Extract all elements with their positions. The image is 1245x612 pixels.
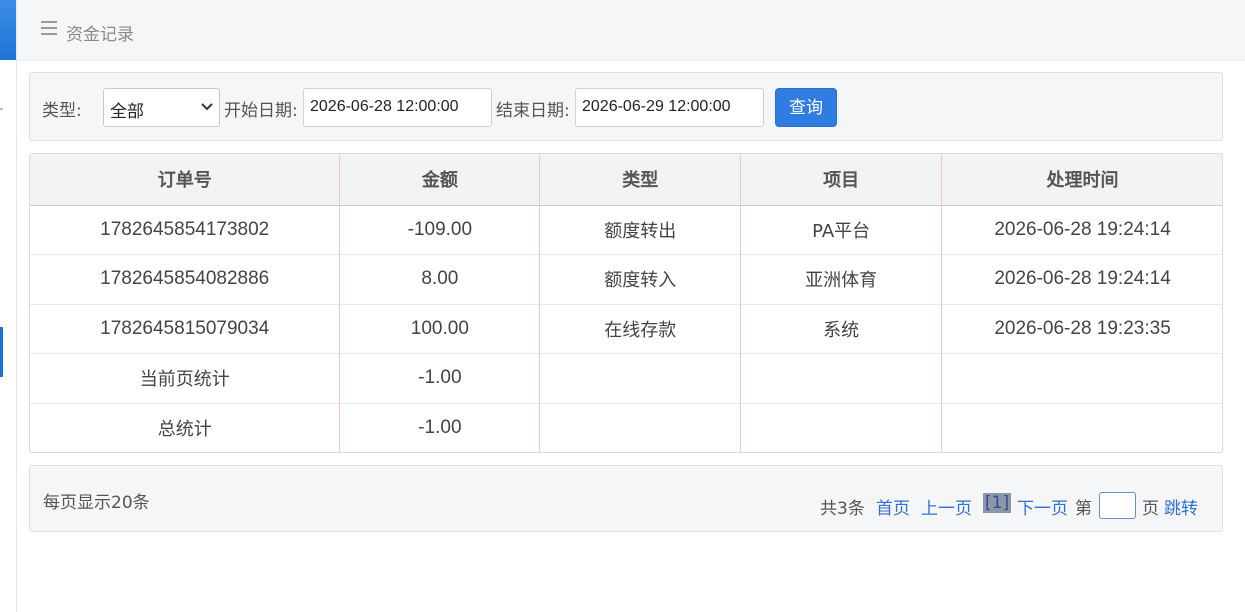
left-sidebar [0, 0, 17, 612]
cell-total-label: 总统计 [30, 402, 341, 452]
sidebar-active-marker [0, 327, 3, 377]
cell-item: 系统 [740, 303, 943, 354]
cell-summary-label: 当前页统计 [30, 353, 341, 403]
cell-item: 亚洲体育 [740, 254, 943, 304]
col-header-type: 类型 [539, 154, 742, 206]
page-prefix: 第 [1075, 499, 1092, 519]
page-summary-row: 当前页统计 -1.00 [30, 353, 1222, 403]
first-page-link[interactable]: 首页 [876, 494, 910, 519]
cell-amount: -109.00 [339, 204, 541, 255]
start-date-label: 开始日期: [224, 101, 298, 121]
page-header: 资金记录 [17, 0, 1245, 61]
table-row: 1782645815079034 100.00 在线存款 系统 2026-06-… [30, 303, 1222, 354]
chevron-down-icon [201, 103, 213, 111]
cell-amount: 8.00 [339, 254, 541, 304]
page-title: 资金记录 [66, 25, 134, 45]
current-page[interactable]: [1] [983, 493, 1012, 513]
cell-empty [539, 402, 742, 452]
table-row: 1782645854082886 8.00 额度转入 亚洲体育 2026-06-… [30, 254, 1222, 304]
type-select-value: 全部 [110, 102, 144, 122]
start-date-input[interactable]: 2026-06-28 12:00:00 [303, 88, 492, 127]
query-button[interactable]: 查询 [775, 88, 837, 127]
cell-empty [941, 402, 1222, 452]
next-page-link[interactable]: 下一页 [1017, 494, 1068, 519]
total-summary-row: 总统计 -1.00 [30, 402, 1222, 452]
cell-summary-amount: -1.00 [339, 353, 541, 403]
col-header-time: 处理时间 [941, 154, 1222, 206]
cell-time: 2026-06-28 19:24:14 [941, 254, 1222, 304]
cell-empty [539, 353, 742, 403]
table-row: 1782645854173802 -109.00 额度转出 PA平台 2026-… [30, 204, 1222, 255]
cell-order-no: 1782645815079034 [30, 303, 341, 354]
main-content: 资金记录 类型: 全部 开始日期: 2026-06-28 12:00:00 结束… [17, 0, 1245, 612]
prev-page-link[interactable]: 上一页 [921, 494, 972, 519]
cell-time: 2026-06-28 19:23:35 [941, 303, 1222, 354]
jump-link[interactable]: 跳转 [1164, 494, 1198, 519]
filter-bar: 类型: 全部 开始日期: 2026-06-28 12:00:00 结束日期: 2… [29, 72, 1223, 141]
per-page-text: 每页显示20条 [43, 493, 150, 513]
sidebar-top-accent [0, 0, 16, 60]
type-label: 类型: [42, 101, 82, 121]
page-jump-input[interactable] [1099, 492, 1136, 519]
menu-icon[interactable] [41, 21, 57, 35]
cell-time: 2026-06-28 19:24:14 [941, 204, 1222, 255]
pagination-bar: 每页显示20条 共3条 首页 上一页 [1] 下一页 第 页 跳转 [29, 465, 1223, 532]
col-header-order-no: 订单号 [30, 154, 341, 206]
table-header-row: 订单号 金额 类型 项目 处理时间 [30, 154, 1222, 206]
cell-order-no: 1782645854173802 [30, 204, 341, 255]
cell-type: 额度转入 [539, 254, 742, 304]
col-header-item: 项目 [740, 154, 943, 206]
cell-empty [740, 402, 943, 452]
end-date-label: 结束日期: [496, 101, 570, 121]
total-count: 共3条 [820, 499, 865, 519]
records-table: 订单号 金额 类型 项目 处理时间 1782645854173802 -109.… [29, 153, 1223, 453]
sidebar-tick [0, 108, 3, 110]
col-header-amount: 金额 [339, 154, 541, 206]
cell-type: 在线存款 [539, 303, 742, 354]
end-date-input[interactable]: 2026-06-29 12:00:00 [575, 88, 764, 127]
cell-item: PA平台 [740, 204, 943, 255]
cell-type: 额度转出 [539, 204, 742, 255]
page-suffix: 页 [1142, 499, 1159, 519]
cell-empty [941, 353, 1222, 403]
cell-order-no: 1782645854082886 [30, 254, 341, 304]
cell-empty [740, 353, 943, 403]
type-select[interactable]: 全部 [103, 88, 220, 127]
cell-total-amount: -1.00 [339, 402, 541, 452]
cell-amount: 100.00 [339, 303, 541, 354]
